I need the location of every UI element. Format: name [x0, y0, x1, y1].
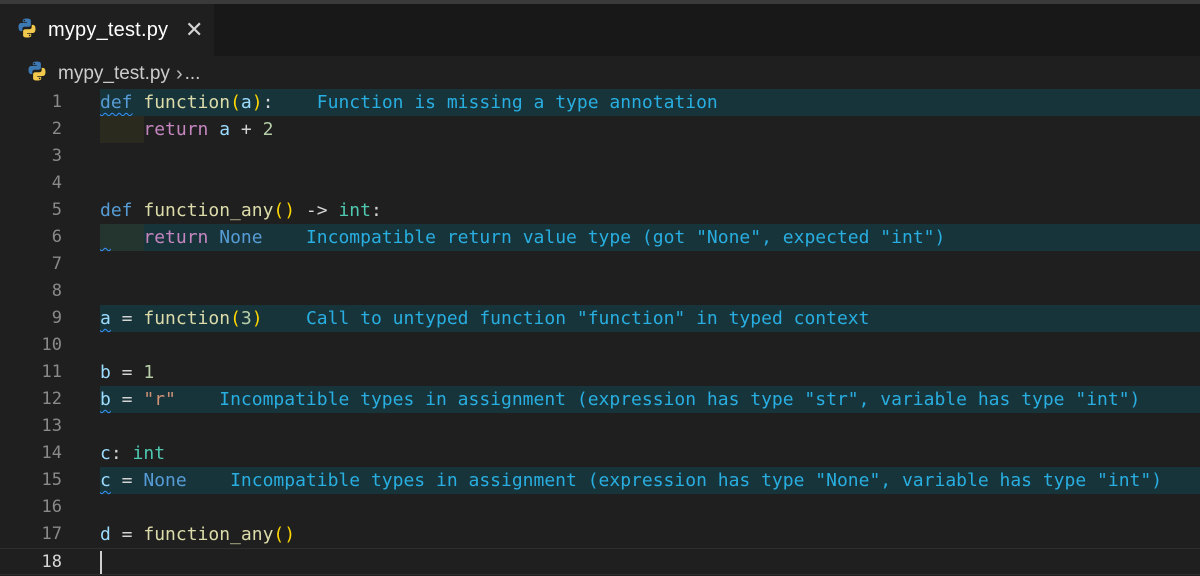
code-editor[interactable]: 1 def function(a): Function is missing a… [0, 89, 1200, 575]
line-number: 3 [51, 146, 62, 166]
code-line[interactable]: 3 [0, 143, 1200, 170]
code-line[interactable]: 12 b = "r" Incompatible types in assignm… [0, 386, 1200, 413]
diagnostic-message: Function is missing a type annotation [316, 92, 718, 113]
diagnostic-message: Incompatible types in assignment (expres… [219, 389, 1141, 410]
diagnostic-message: Incompatible return value type (got "Non… [305, 227, 946, 248]
code-line[interactable]: 5 def function_any() -> int: [0, 197, 1200, 224]
code-line[interactable]: 14 c: int [0, 440, 1200, 467]
line-number: 2 [51, 119, 62, 139]
line-number: 13 [41, 416, 62, 436]
code-text: def function_any() -> int: [100, 200, 382, 221]
tab-mypy-test[interactable]: mypy_test.py ✕ [0, 4, 214, 56]
python-icon [26, 60, 48, 88]
code-line[interactable]: 9 a = function(3) Call to untyped functi… [0, 305, 1200, 332]
line-number: 5 [51, 200, 62, 220]
code-text: d = function_any() [100, 524, 296, 545]
tab-label: mypy_test.py [48, 18, 169, 41]
code-text: c: int [100, 443, 166, 464]
line-number: 14 [41, 443, 62, 463]
code-line[interactable]: 6 return None Incompatible return value … [0, 224, 1200, 251]
line-number: 9 [51, 308, 62, 328]
line-number: 1 [51, 92, 62, 112]
code-line[interactable]: 7 [0, 251, 1200, 278]
code-line-current[interactable]: 18 [0, 548, 1200, 575]
code-line[interactable]: 8 [0, 278, 1200, 305]
code-line[interactable]: 16 [0, 494, 1200, 521]
python-icon [16, 17, 38, 43]
code-line[interactable]: 15 c = None Incompatible types in assign… [0, 467, 1200, 494]
line-number: 17 [41, 524, 62, 544]
close-icon[interactable]: ✕ [182, 17, 206, 43]
diagnostic-message: Incompatible types in assignment (expres… [230, 470, 1163, 491]
code-text: b = "r" Incompatible types in assignment… [100, 389, 1141, 410]
line-number: 10 [41, 335, 62, 355]
code-text: a = function(3) Call to untyped function… [100, 308, 870, 329]
line-number: 11 [41, 362, 62, 382]
code-line[interactable]: 17 d = function_any() [0, 521, 1200, 548]
line-number: 15 [41, 470, 62, 490]
code-line[interactable]: 13 [0, 413, 1200, 440]
breadcrumb-symbols[interactable]: ... [185, 63, 201, 85]
text-cursor [100, 551, 102, 574]
line-number: 16 [41, 497, 62, 517]
code-line[interactable]: 10 [0, 332, 1200, 359]
code-text: c = None Incompatible types in assignmen… [100, 470, 1163, 491]
line-number: 4 [51, 173, 62, 193]
line-number: 12 [41, 389, 62, 409]
breadcrumb-file[interactable]: mypy_test.py [58, 63, 170, 85]
breadcrumb: mypy_test.py › ... [26, 61, 200, 87]
line-number: 8 [51, 281, 62, 301]
code-text: return a + 2 [143, 119, 274, 140]
line-number: 7 [51, 254, 62, 274]
line-number: 6 [51, 227, 62, 247]
chevron-right-icon: › [175, 62, 183, 85]
code-line[interactable]: 4 [0, 170, 1200, 197]
code-text: b = 1 [100, 362, 155, 383]
code-text: return None Incompatible return value ty… [143, 227, 946, 248]
tab-bar: mypy_test.py ✕ [0, 4, 1200, 56]
code-line[interactable]: 2 return a + 2 [0, 116, 1200, 143]
code-line[interactable]: 11 b = 1 [0, 359, 1200, 386]
code-text: def function(a): Function is missing a t… [100, 92, 718, 113]
code-line[interactable]: 1 def function(a): Function is missing a… [0, 89, 1200, 116]
diagnostic-message: Call to untyped function "function" in t… [305, 308, 870, 329]
